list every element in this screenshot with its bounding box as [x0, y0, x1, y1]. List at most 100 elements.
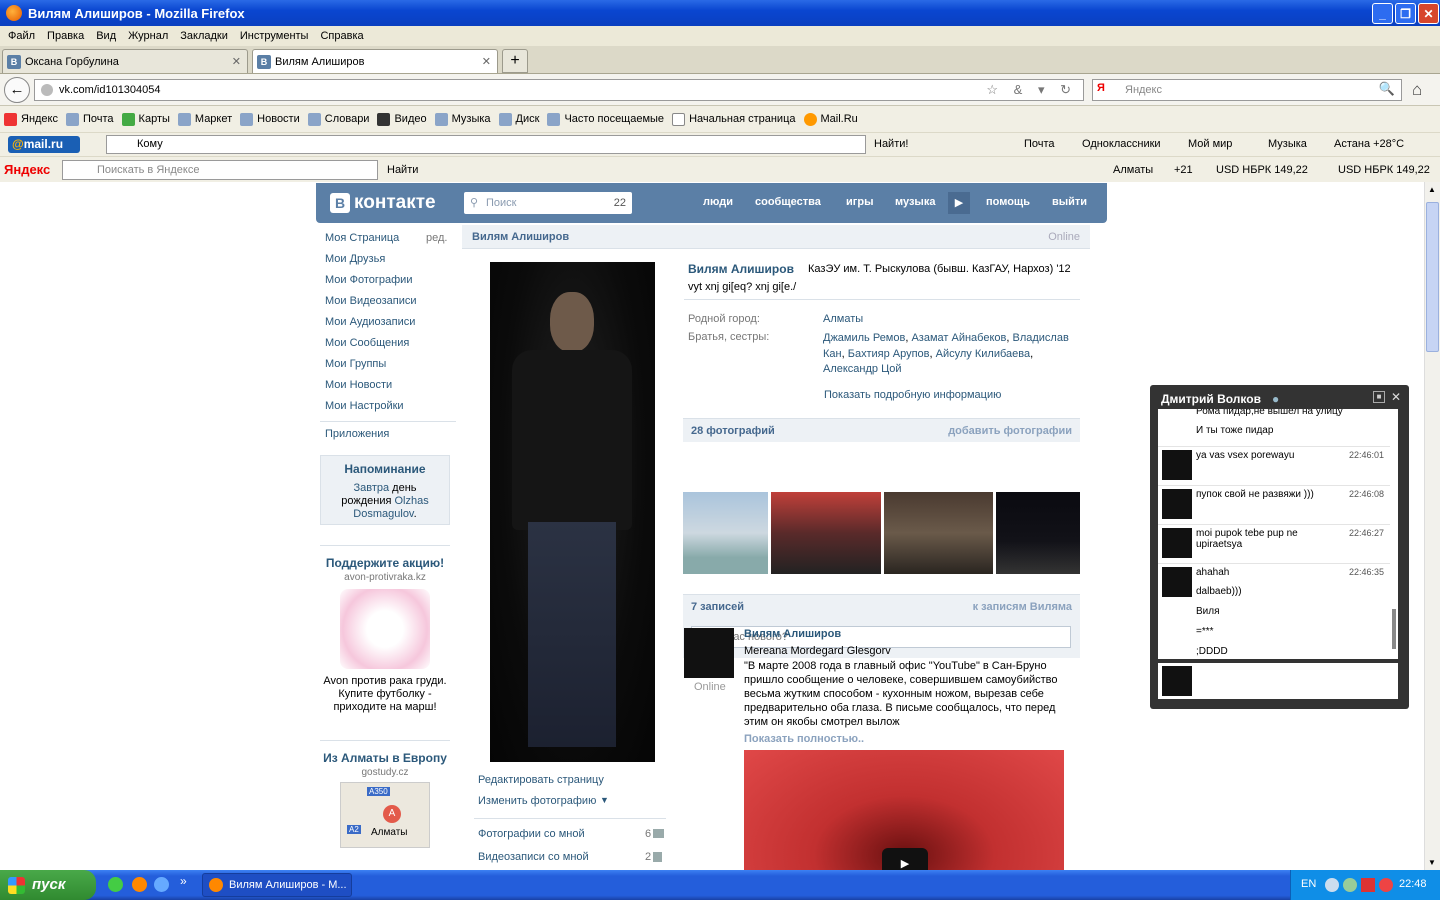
bookmark-music[interactable]: Музыка: [434, 112, 491, 126]
show-more-info-link[interactable]: Показать подробную информацию: [824, 389, 1001, 401]
nav-people[interactable]: люди: [703, 196, 733, 208]
vk-logo[interactable]: Вконтакте: [330, 192, 436, 214]
videos-with-me-link[interactable]: Видеозаписи со мной: [478, 851, 589, 863]
add-photos-link[interactable]: добавить фотографии: [948, 425, 1072, 437]
tab-oksana[interactable]: В Оксана Горбулина ✕: [2, 49, 248, 73]
chat-title[interactable]: Дмитрий Волков: [1161, 392, 1261, 406]
reminder-tomorrow-link[interactable]: Завтра: [353, 482, 389, 494]
edit-link[interactable]: ред.: [426, 232, 447, 244]
menu-view[interactable]: Вид: [90, 30, 122, 42]
url-actions-icon[interactable]: ☆ & ▾ ↻: [986, 82, 1077, 98]
chat-scrollbar[interactable]: [1392, 609, 1396, 649]
bookmark-news[interactable]: Новости: [240, 112, 300, 126]
menu-apps[interactable]: Приложения: [325, 428, 389, 440]
yandex-search-input[interactable]: Поискать в Яндексе: [62, 160, 378, 180]
menu-news[interactable]: Мои Новости: [325, 379, 392, 391]
ad-map-image[interactable]: A350 A2 A Алматы: [340, 782, 430, 848]
scroll-down-icon[interactable]: ▼: [1428, 858, 1436, 867]
post-author-avatar[interactable]: [684, 628, 734, 678]
menu-tools[interactable]: Инструменты: [234, 30, 315, 42]
menu-friends[interactable]: Мои Друзья: [325, 253, 385, 265]
bookmark-disk[interactable]: Диск: [498, 112, 539, 126]
mailru-find-button[interactable]: Найти!: [874, 138, 908, 150]
photo-thumbnail[interactable]: [683, 492, 768, 574]
ie-quicklaunch-icon[interactable]: [154, 877, 169, 892]
bookmark-video[interactable]: Видео: [377, 112, 427, 126]
chat-avatar[interactable]: [1162, 489, 1192, 519]
photos-count[interactable]: 28 фотографий: [691, 425, 775, 437]
sibling-link[interactable]: Айсулу Килибаева: [936, 348, 1030, 360]
sibling-link[interactable]: Александр Цой: [823, 363, 902, 375]
sibling-link[interactable]: Джамиль Ремов: [823, 332, 905, 344]
search-input[interactable]: Я Яндекс 🔍: [1092, 79, 1402, 101]
nav-games[interactable]: игры: [846, 196, 873, 208]
edit-page-link[interactable]: Редактировать страницу: [478, 774, 604, 786]
photo-thumbnail[interactable]: [884, 492, 993, 574]
start-button[interactable]: пуск: [0, 870, 96, 900]
dropdown-arrow-icon[interactable]: ▼: [600, 795, 609, 805]
sibling-link[interactable]: Азамат Айнабеков: [911, 332, 1006, 344]
menu-edit[interactable]: Правка: [41, 30, 90, 42]
mailru-logo[interactable]: @mail.ru: [8, 136, 80, 153]
tray-icon[interactable]: [1343, 878, 1357, 892]
show-full-post-link[interactable]: Показать полностью..: [744, 733, 864, 745]
wall-count[interactable]: 7 записей: [691, 601, 744, 613]
page-scrollbar[interactable]: ▲ ▼: [1424, 182, 1440, 870]
tab-vilyam[interactable]: В Вилям Алиширов ✕: [252, 49, 498, 73]
mailru-search-input[interactable]: Кому: [106, 135, 866, 154]
language-indicator[interactable]: EN: [1301, 878, 1316, 890]
bookmark-mailru[interactable]: Mail.Ru: [803, 112, 858, 126]
menu-history[interactable]: Журнал: [122, 30, 174, 42]
sibling-link[interactable]: Бахтияр Арупов: [848, 348, 930, 360]
ad-title[interactable]: Поддержите акцию!: [320, 556, 450, 570]
yandex-logo[interactable]: Яндекс: [4, 162, 50, 177]
nav-music[interactable]: музыка: [895, 196, 935, 208]
wall-link[interactable]: к записям Виляма: [973, 601, 1072, 613]
chat-close-icon[interactable]: ✕: [1391, 390, 1401, 404]
ad-gostudy[interactable]: Из Алматы в Европу gostudy.cz A350 A2 A …: [320, 740, 450, 870]
bookmark-yandex[interactable]: Яндекс: [4, 112, 58, 126]
play-icon[interactable]: ▶: [948, 192, 970, 214]
chat-avatar[interactable]: [1162, 528, 1192, 558]
bookmark-start-page[interactable]: Начальная страница: [672, 112, 796, 126]
menu-audio[interactable]: Мои Аудиозаписи: [325, 316, 415, 328]
scroll-up-icon[interactable]: ▲: [1428, 185, 1436, 194]
tab-close-icon[interactable]: ✕: [482, 55, 491, 68]
chat-minimize-icon[interactable]: ■: [1373, 391, 1385, 403]
post-author-name[interactable]: Вилям Алиширов: [744, 628, 841, 640]
menu-my-page[interactable]: Моя Страница: [325, 232, 399, 244]
mailru-music-link[interactable]: Музыка: [1268, 138, 1307, 150]
chat-message-input[interactable]: [1158, 663, 1398, 699]
bookmark-maps[interactable]: Карты: [121, 112, 170, 126]
hometown-link[interactable]: Алматы: [823, 313, 863, 325]
photo-thumbnail[interactable]: [996, 492, 1080, 574]
chat-avatar[interactable]: [1162, 450, 1192, 480]
bookmark-dictionaries[interactable]: Словари: [307, 112, 369, 126]
ad-avon[interactable]: Поддержите акцию! avon-protivraka.kz Avo…: [320, 545, 450, 735]
menu-videos[interactable]: Мои Видеозаписи: [325, 295, 417, 307]
my-world-link[interactable]: Мой мир: [1188, 138, 1232, 150]
minimize-button[interactable]: _: [1372, 3, 1393, 24]
close-window-button[interactable]: ✕: [1418, 3, 1439, 24]
odnoklassniki-link[interactable]: Одноклассники: [1082, 138, 1161, 150]
taskbar-item-firefox[interactable]: Вилям Алиширов - M...: [202, 873, 352, 897]
ad-image[interactable]: [340, 589, 430, 669]
temperature-label[interactable]: +21: [1174, 164, 1193, 176]
city-label[interactable]: Алматы: [1113, 164, 1153, 176]
profile-avatar[interactable]: [490, 262, 655, 762]
nav-help[interactable]: помощь: [986, 196, 1030, 208]
new-tab-button[interactable]: +: [502, 49, 528, 73]
nav-communities[interactable]: сообщества: [755, 196, 821, 208]
photos-section-header[interactable]: 28 фотографий добавить фотографии: [683, 418, 1080, 442]
vk-search-input[interactable]: ⚲ Поиск 22: [464, 192, 632, 214]
mailru-mail-link[interactable]: Почта: [1024, 138, 1055, 150]
menu-settings[interactable]: Мои Настройки: [325, 400, 404, 412]
back-button[interactable]: ←: [4, 77, 30, 103]
bookmark-mail[interactable]: Почта: [66, 112, 114, 126]
tab-close-icon[interactable]: ✕: [232, 55, 241, 68]
menu-help[interactable]: Справка: [314, 30, 369, 42]
yandex-icon[interactable]: Я: [1097, 82, 1111, 98]
ad-title[interactable]: Из Алматы в Европу: [320, 751, 450, 765]
tray-icon[interactable]: [1379, 878, 1393, 892]
firefox-quicklaunch-icon[interactable]: [132, 877, 147, 892]
